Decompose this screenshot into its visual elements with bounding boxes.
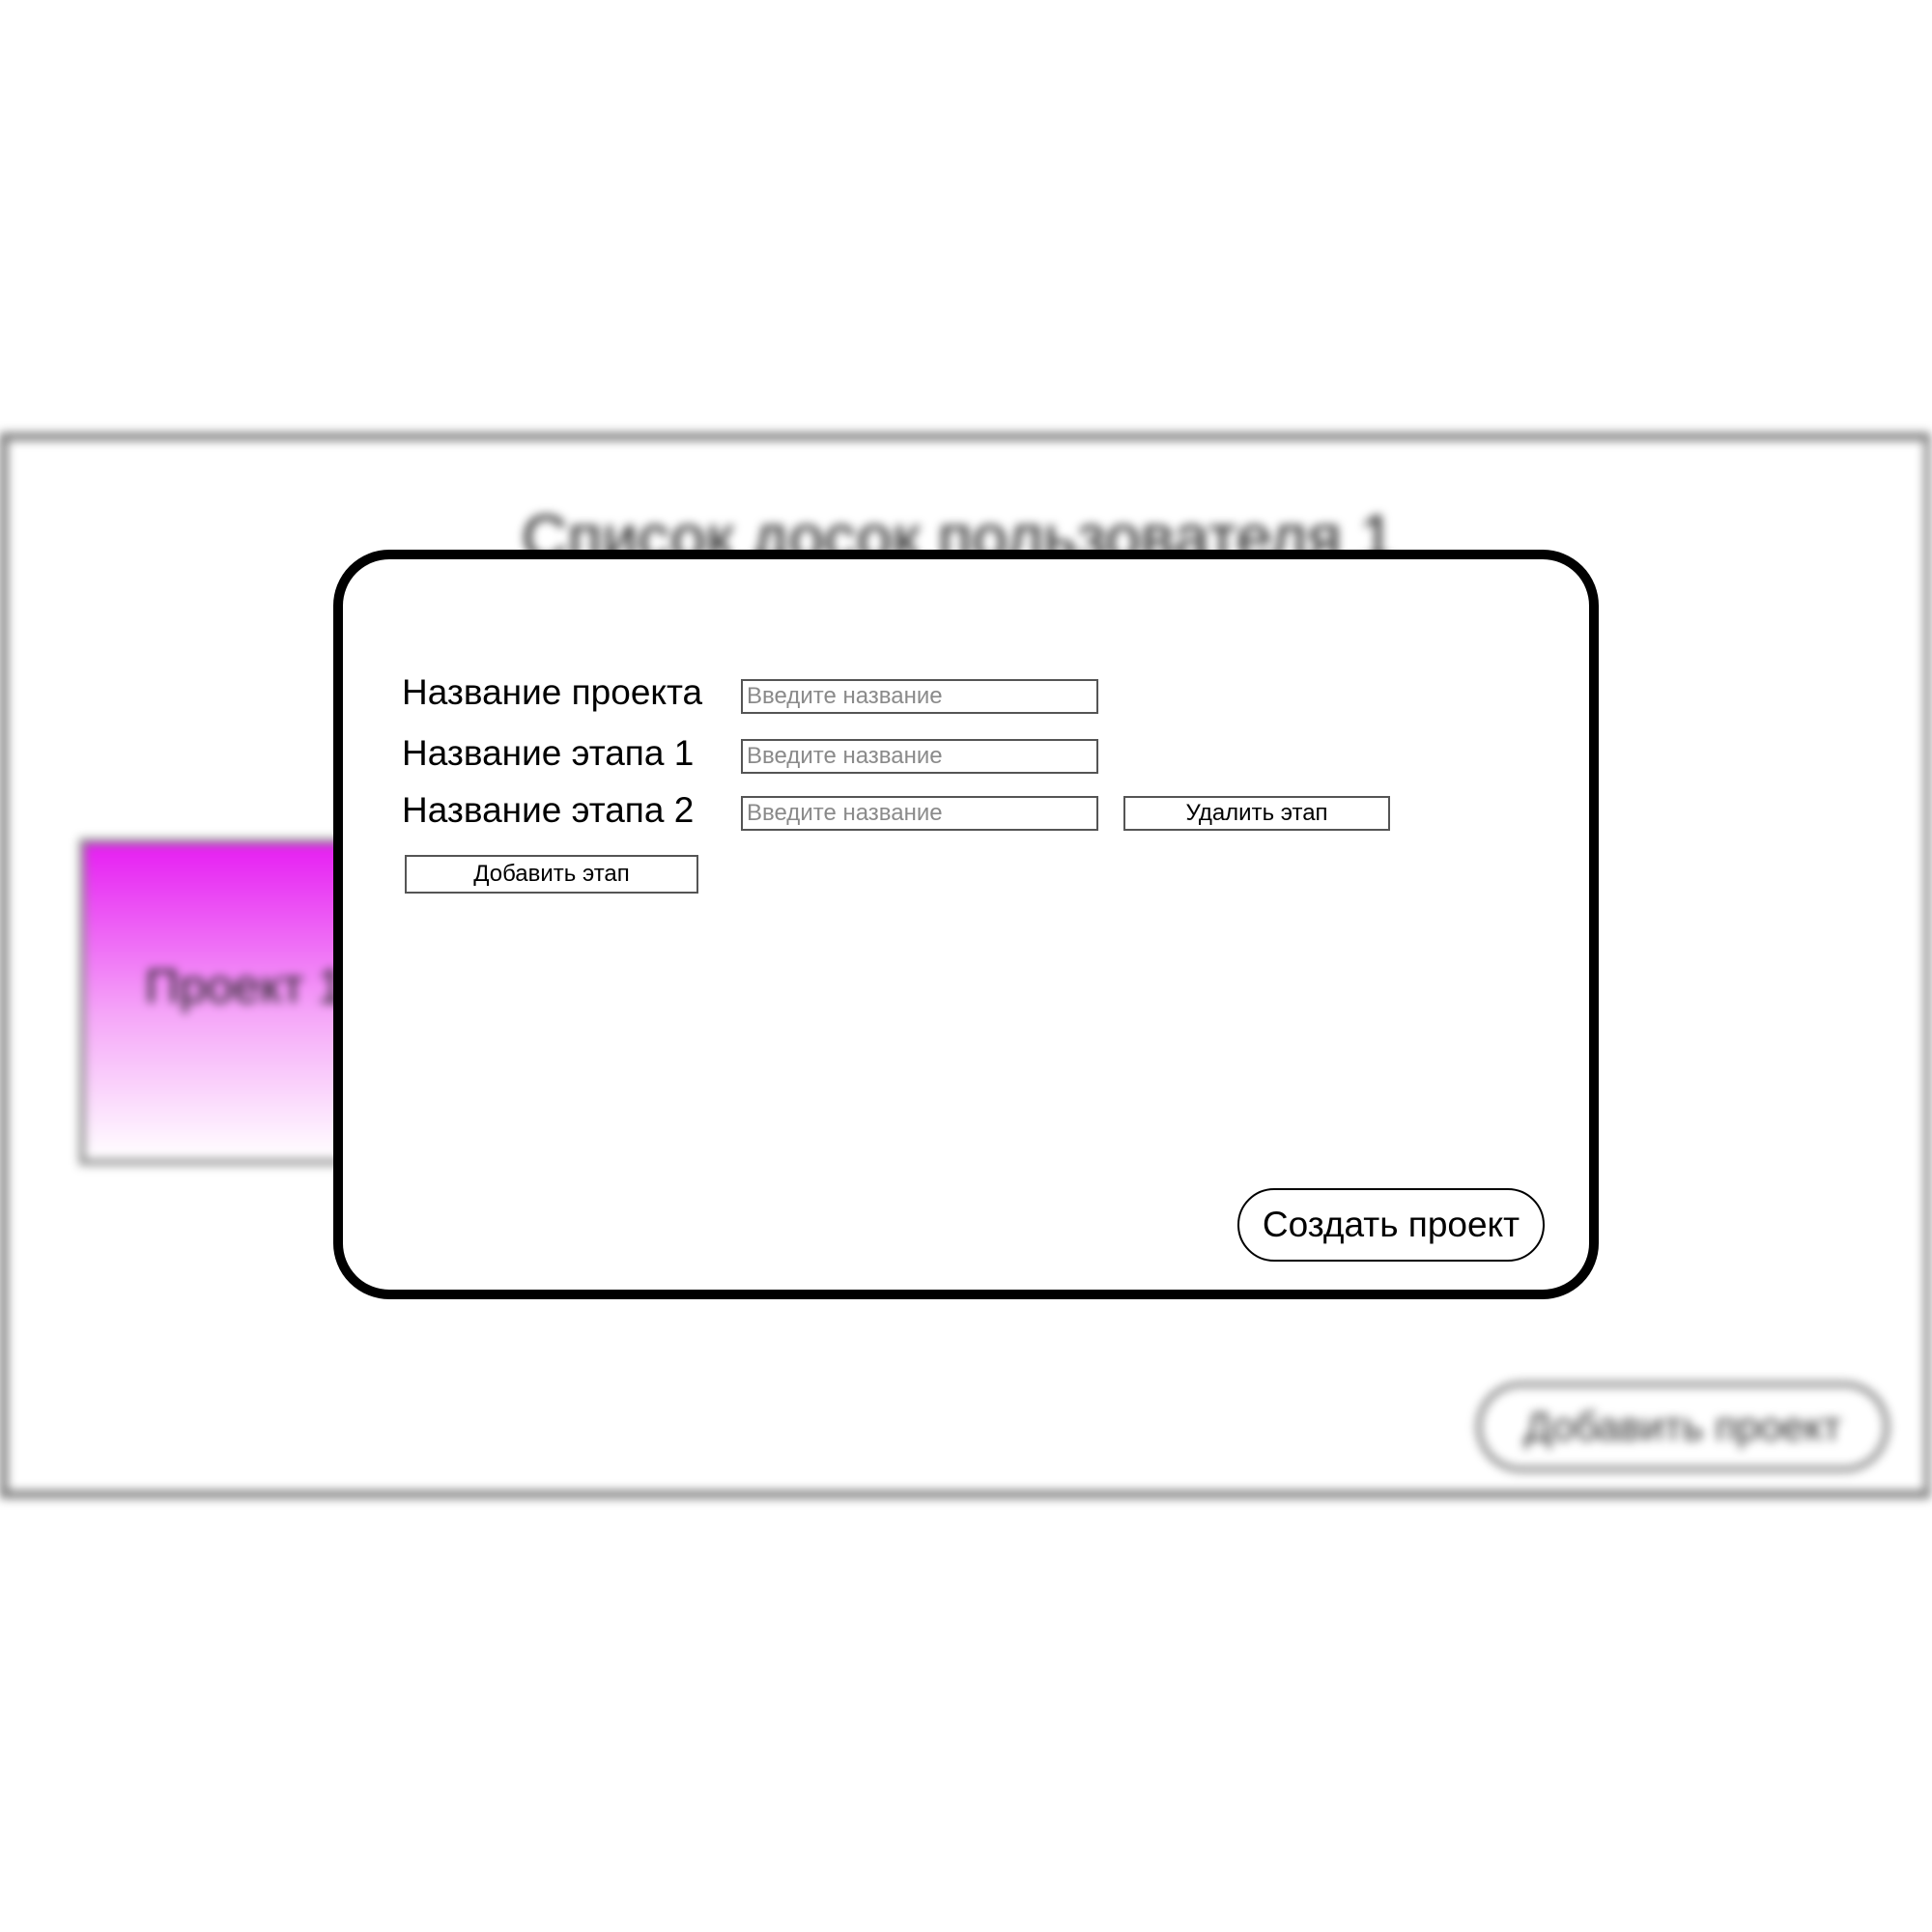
project-name-input[interactable] xyxy=(741,679,1098,714)
project-card-label: Проект 1 xyxy=(145,959,345,1013)
delete-stage-button[interactable]: Удалить этап xyxy=(1123,796,1390,831)
screen: Список досок пользователя 1 Проект 1 Доб… xyxy=(0,0,1932,1932)
add-stage-button[interactable]: Добавить этап xyxy=(405,855,698,894)
add-project-button[interactable]: Добавить проект xyxy=(1476,1381,1889,1472)
stage-1-name-input[interactable] xyxy=(741,739,1098,774)
project-name-label: Название проекта xyxy=(402,672,703,712)
create-project-button[interactable]: Создать проект xyxy=(1237,1188,1545,1262)
stage-2-name-label: Название этапа 2 xyxy=(402,790,695,830)
stage-1-name-label: Название этапа 1 xyxy=(402,733,695,773)
stage-2-name-input[interactable] xyxy=(741,796,1098,831)
create-project-dialog: Название проекта Название этапа 1 Назван… xyxy=(333,550,1599,1299)
